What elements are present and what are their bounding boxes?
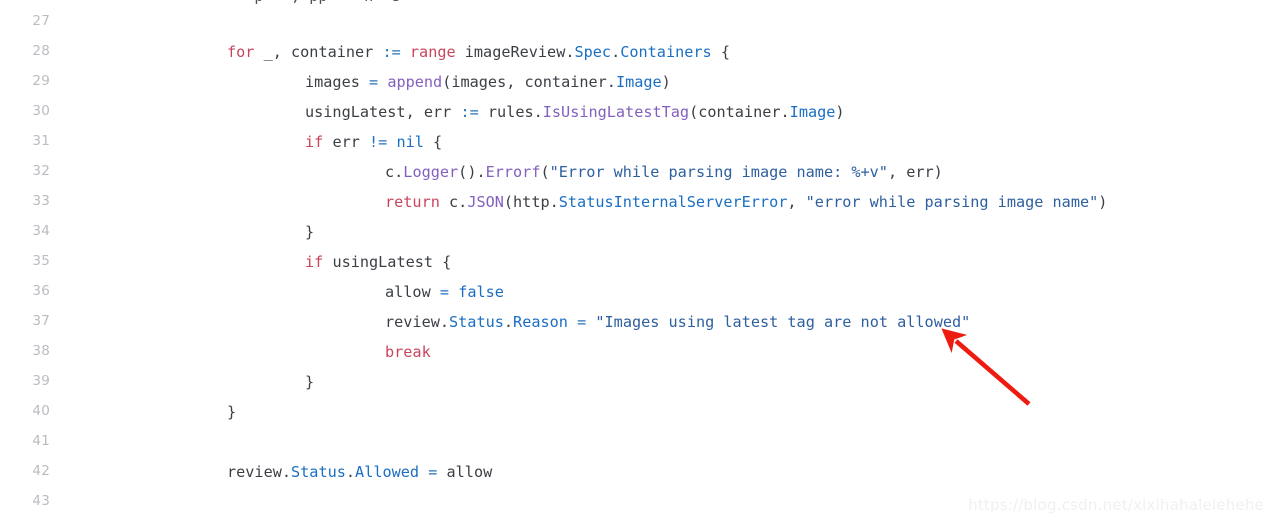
code-token: review. — [227, 463, 292, 481]
code-token: err — [323, 133, 370, 151]
code-line[interactable]: for _, container := range imageReview.Sp… — [0, 42, 1272, 62]
code-token: := — [382, 43, 401, 61]
code-token: usingLatest, err — [305, 103, 461, 121]
code-token: "Error while parsing image name: %+v" — [549, 163, 888, 181]
code-token: for — [227, 43, 255, 61]
code-line[interactable]: break — [0, 342, 1272, 362]
code-token: { — [423, 133, 443, 151]
code-viewer: p , pp n s 27282930313233343536373839404… — [0, 0, 1272, 519]
watermark-url: https://blog.csdn.net/xixihahalelehehe — [968, 496, 1264, 514]
code-line[interactable]: } — [0, 402, 1272, 422]
code-line[interactable]: if usingLatest { — [0, 252, 1272, 272]
code-token: (container. — [689, 103, 790, 121]
code-token: (images, container. — [442, 73, 616, 91]
code-line[interactable] — [0, 12, 1272, 32]
code-token: false — [458, 283, 504, 301]
code-line[interactable] — [0, 432, 1272, 452]
code-token: , — [787, 193, 806, 211]
code-token: (). — [458, 163, 486, 181]
code-token: IsUsingLatestTag — [542, 103, 690, 121]
code-token: review. — [385, 313, 450, 331]
code-token: = — [439, 283, 450, 301]
code-token: } — [227, 403, 237, 421]
code-line[interactable]: if err != nil { — [0, 132, 1272, 152]
code-token: images — [305, 73, 370, 91]
code-line[interactable]: } — [0, 372, 1272, 392]
code-token: usingLatest { — [323, 253, 452, 271]
code-line[interactable]: review.Status.Reason = "Images using lat… — [0, 312, 1272, 332]
code-token: c. — [439, 193, 468, 211]
code-token: . — [345, 463, 356, 481]
code-token: append — [387, 73, 443, 91]
code-token: allow — [385, 283, 440, 301]
code-line[interactable]: usingLatest, err := rules.IsUsingLatestT… — [0, 102, 1272, 122]
code-token: . — [503, 313, 514, 331]
code-token: != — [369, 133, 388, 151]
code-line[interactable]: return c.JSON(http.StatusInternalServerE… — [0, 192, 1272, 212]
code-token: Containers — [620, 43, 712, 61]
code-line[interactable]: } — [0, 222, 1272, 242]
code-token: = — [428, 463, 438, 481]
code-token: _, container — [254, 43, 383, 61]
code-token: break — [385, 343, 431, 361]
code-token: Status — [291, 463, 346, 481]
code-token: "error while parsing image name" — [805, 193, 1099, 211]
code-token: StatusInternalServerError — [558, 193, 788, 211]
code-line[interactable]: allow = false — [0, 282, 1272, 302]
code-token: ) — [1098, 193, 1108, 211]
code-token: "Images using latest tag are not allowed… — [595, 313, 971, 331]
code-token: return — [385, 193, 440, 211]
code-line[interactable]: images = append(images, container.Image) — [0, 72, 1272, 92]
code-token: { — [711, 43, 730, 61]
code-token: c. — [385, 163, 404, 181]
code-token: . — [611, 43, 621, 61]
code-token: ) — [835, 103, 845, 121]
code-token: , err) — [887, 163, 943, 181]
code-token: if — [305, 253, 324, 271]
code-token: if — [305, 133, 324, 151]
code-token: allow — [437, 463, 493, 481]
code-token: imageReview. — [455, 43, 575, 61]
code-token: JSON — [467, 193, 504, 211]
code-token: } — [305, 373, 315, 391]
code-token: = — [577, 313, 587, 331]
code-token: Spec — [574, 43, 612, 61]
code-token: Allowed — [355, 463, 420, 481]
code-token: = — [369, 73, 379, 91]
code-line[interactable]: c.Logger().Errorf("Error while parsing i… — [0, 162, 1272, 182]
code-token: ) — [661, 73, 671, 91]
code-token: (http. — [503, 193, 559, 211]
code-token: Image — [789, 103, 836, 121]
code-token: ( — [540, 163, 550, 181]
code-token: Errorf — [485, 163, 541, 181]
code-token: range — [409, 43, 456, 61]
code-token: Reason — [513, 313, 568, 331]
code-token: rules. — [478, 103, 543, 121]
code-token: nil — [396, 133, 424, 151]
code-token: := — [460, 103, 479, 121]
code-line[interactable]: review.Status.Allowed = allow — [0, 462, 1272, 482]
code-token: Logger — [403, 163, 459, 181]
code-text-area[interactable]: for _, container := range imageReview.Sp… — [0, 0, 1272, 519]
code-token: Status — [449, 313, 504, 331]
code-token: } — [305, 223, 315, 241]
code-token: Image — [615, 73, 662, 91]
